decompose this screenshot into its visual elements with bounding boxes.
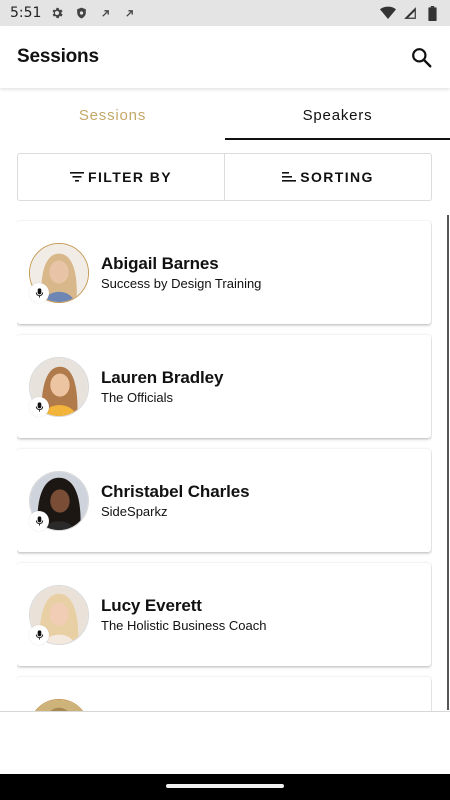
battery-icon — [424, 5, 440, 21]
speaker-name: Lauren Bradley — [101, 367, 224, 387]
tab-speakers[interactable]: Speakers — [225, 90, 450, 140]
speaker-organization: SideSparkz — [101, 503, 168, 519]
status-bar: 5:51 — [0, 0, 450, 26]
speaker-organization: The Officials — [101, 389, 174, 405]
sync-icon — [97, 5, 113, 21]
avatar-wrap — [29, 242, 89, 303]
speaker-name: Christabel Charles — [101, 481, 250, 501]
page-title: Sessions — [17, 46, 99, 67]
speaker-card[interactable]: Lauren Bradley The Officials — [17, 335, 431, 438]
sync-icon — [121, 5, 137, 21]
search-icon — [411, 47, 431, 67]
app-bar: Sessions — [0, 26, 450, 88]
speaker-card[interactable]: Abigail Barnes Success by Design Trainin… — [17, 221, 431, 324]
avatar-wrap — [29, 356, 89, 417]
search-button[interactable] — [409, 45, 433, 69]
gear-icon — [49, 5, 65, 21]
speaker-list: Abigail Barnes Success by Design Trainin… — [17, 220, 432, 712]
tab-sessions[interactable]: Sessions — [0, 90, 225, 140]
wifi-icon — [380, 5, 396, 21]
speaker-info: Abigail Barnes Success by Design Trainin… — [101, 254, 261, 292]
signal-icon — [402, 5, 418, 21]
sort-icon — [282, 172, 297, 182]
speaker-card[interactable] — [17, 677, 431, 712]
filter-icon — [70, 172, 85, 182]
speaker-info: Lauren Bradley The Officials — [101, 368, 223, 406]
sort-label: SORTING — [300, 169, 374, 185]
status-icons-right — [380, 5, 440, 21]
speaker-name: Lucy Everett — [101, 595, 202, 615]
avatar-wrap — [29, 698, 89, 712]
mic-icon — [29, 282, 49, 303]
mic-icon — [29, 624, 49, 645]
status-time: 5:51 — [10, 5, 42, 21]
speaker-organization: The Holistic Business Coach — [101, 617, 267, 633]
scrollbar[interactable] — [447, 215, 449, 710]
avatar-wrap — [29, 584, 89, 645]
speaker-organization: Success by Design Training — [101, 275, 262, 291]
avatar-wrap — [29, 470, 89, 531]
avatar — [29, 698, 89, 712]
home-gesture-pill[interactable] — [166, 784, 284, 788]
status-icons-left — [49, 5, 137, 21]
mic-icon — [29, 510, 49, 531]
filter-sort-bar: FILTER BY SORTING — [17, 153, 432, 201]
mic-icon — [29, 396, 49, 417]
filter-button[interactable]: FILTER BY — [18, 154, 224, 200]
tab-bar: Sessions Speakers — [0, 90, 450, 140]
speaker-card[interactable]: Christabel Charles SideSparkz — [17, 449, 431, 552]
speaker-info: Christabel Charles SideSparkz — [101, 481, 250, 520]
filter-label: FILTER BY — [88, 169, 172, 185]
speaker-card[interactable]: Lucy Everett The Holistic Business Coach — [17, 563, 431, 666]
sorting-button[interactable]: SORTING — [224, 154, 431, 200]
speaker-name: Abigail Barnes — [101, 253, 219, 273]
bottom-bar — [0, 712, 450, 774]
speaker-info: Lucy Everett The Holistic Business Coach — [101, 596, 266, 634]
shield-icon — [73, 5, 89, 21]
